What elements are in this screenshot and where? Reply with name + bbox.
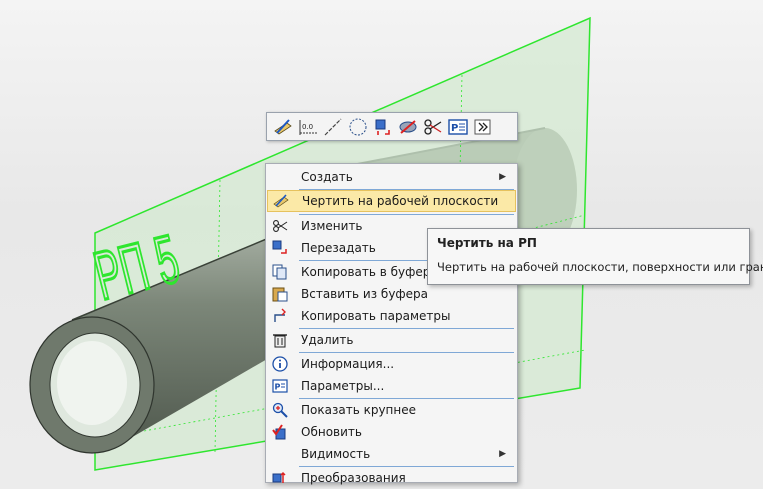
menu-item-label: Преобразования [301, 471, 406, 485]
line-button[interactable] [321, 115, 344, 138]
sketch-on-plane-button[interactable] [271, 115, 294, 138]
menu-item-zoom-in[interactable]: Показать крупнее [267, 399, 516, 421]
menu-item-transformations[interactable]: Преобразования [267, 467, 516, 489]
circle-button[interactable] [346, 115, 369, 138]
menu-item-label: Создать [301, 170, 353, 184]
context-menu: Создать ▶ Чертить на рабочей плоскости И… [265, 163, 518, 485]
submenu-arrow-icon: ▶ [499, 449, 506, 459]
tooltip: Чертить на РП Чертить на рабочей плоскос… [427, 228, 763, 285]
menu-item-label: Копировать параметры [301, 309, 451, 323]
menu-item-label: Видимость [301, 447, 371, 461]
scissors-icon [423, 118, 441, 135]
menu-item-delete[interactable]: Удалить [267, 329, 516, 351]
menu-item-refresh[interactable]: Обновить [267, 421, 516, 443]
tooltip-title: Чертить на РП [437, 236, 537, 250]
edit-icon [267, 215, 293, 237]
parameters-button[interactable]: P [446, 115, 469, 138]
sketch-on-plane-icon [268, 190, 294, 212]
refresh-icon [267, 421, 293, 443]
copy-icon [267, 261, 293, 283]
menu-item-label: Изменить [301, 219, 363, 233]
parameters-icon: P [267, 375, 293, 397]
menu-item-sketch-on-plane[interactable]: Чертить на рабочей плоскости [267, 190, 516, 212]
redefine-icon [267, 237, 293, 259]
paste-icon [267, 283, 293, 305]
menu-item-label: Вставить из буфера [301, 287, 429, 301]
menu-item-label: Параметры... [301, 379, 385, 393]
delete-icon [267, 329, 293, 351]
menu-item-visibility[interactable]: Видимость ▶ [267, 443, 516, 465]
dimension-icon: 0.0 [299, 119, 317, 135]
menu-item-label: Информация... [301, 357, 395, 371]
visibility-button[interactable] [396, 115, 419, 138]
menu-item-label: Копировать в буфер [301, 265, 431, 279]
visibility-icon [399, 119, 416, 134]
info-icon [267, 353, 293, 375]
circle-icon [349, 118, 366, 135]
menu-item-paste-from-clipboard[interactable]: Вставить из буфера [267, 283, 516, 305]
expand-icon [474, 119, 490, 134]
menu-item-label: Обновить [301, 425, 362, 439]
menu-item-label: Удалить [301, 333, 354, 347]
dimension-button[interactable]: 0.0 [296, 115, 319, 138]
menu-item-parameters[interactable]: P Параметры... [267, 375, 516, 397]
menu-item-info[interactable]: Информация... [267, 353, 516, 375]
line-icon [324, 118, 341, 135]
copy-params-icon [267, 305, 293, 327]
scissors-button[interactable] [421, 115, 444, 138]
parameters-icon: P [447, 118, 468, 135]
menu-item-label: Перезадать [301, 241, 376, 255]
mini-toolbar: 0.0 P [266, 112, 518, 141]
transform-button[interactable] [371, 115, 394, 138]
zoom-icon [267, 399, 293, 421]
menu-item-create[interactable]: Создать ▶ [267, 166, 516, 188]
menu-item-label: Чертить на рабочей плоскости [302, 194, 499, 208]
tooltip-text: Чертить на рабочей плоскости, поверхност… [437, 260, 763, 274]
transform-icon [375, 119, 390, 135]
menu-item-label: Показать крупнее [301, 403, 417, 417]
svg-text:P: P [275, 383, 281, 392]
svg-text:0.0: 0.0 [302, 123, 313, 131]
expand-button[interactable] [471, 115, 494, 138]
menu-item-copy-parameters[interactable]: Копировать параметры [267, 305, 516, 327]
sketch-on-plane-icon [273, 118, 292, 134]
svg-text:P: P [451, 123, 458, 134]
submenu-arrow-icon: ▶ [499, 172, 506, 182]
transform-icon [267, 467, 293, 489]
